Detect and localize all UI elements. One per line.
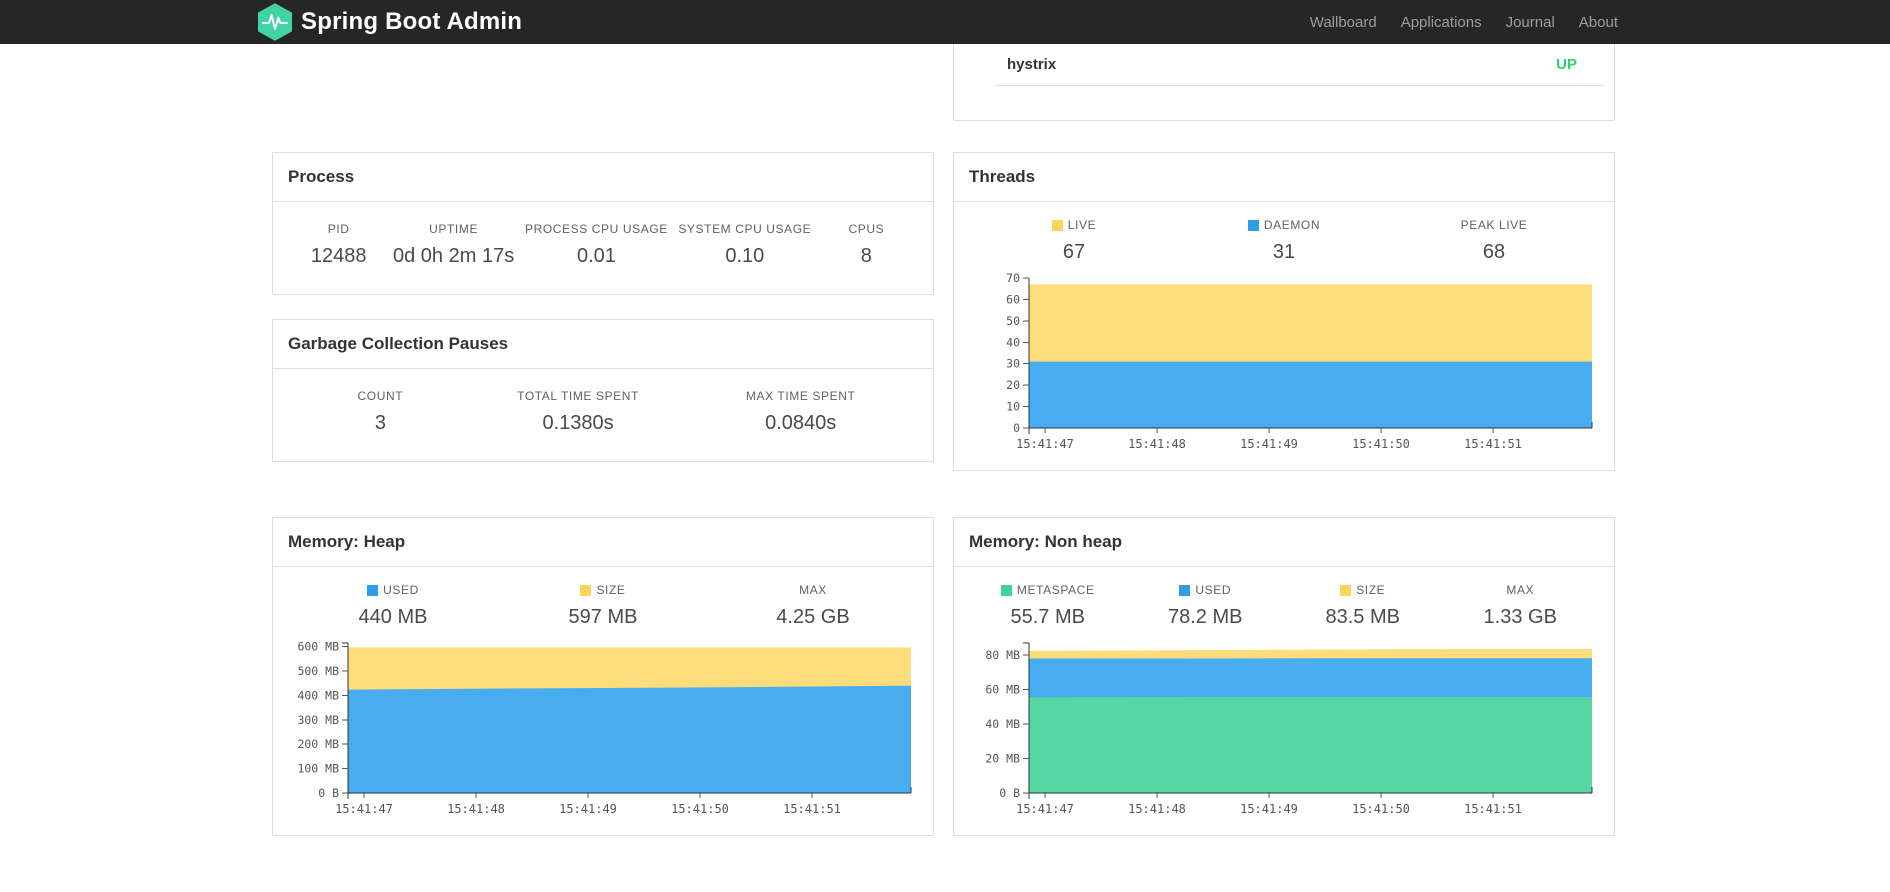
stat-pid: PID 12488 [310,222,367,267]
process-card-title: Process [273,153,933,202]
svg-text:15:41:48: 15:41:48 [447,802,505,816]
svg-text:15:41:47: 15:41:47 [1016,437,1074,451]
svg-text:30: 30 [1006,357,1020,371]
svg-text:15:41:48: 15:41:48 [1128,437,1186,451]
stat-threads-peak-live: PEAK LIVE 68 [1460,218,1528,263]
legend-swatch-heap-size [580,584,592,596]
svg-text:600 MB: 600 MB [297,640,339,654]
svg-text:20: 20 [1006,378,1020,392]
memory-heap-card: Memory: Heap USED 440 MB SIZE 597 MB MAX [272,517,934,836]
svg-text:80 MB: 80 MB [985,648,1020,662]
svg-text:70: 70 [1006,271,1020,285]
memory-nonheap-card: Memory: Non heap METASPACE 55.7 MB USED … [953,517,1615,836]
stat-uptime: UPTIME 0d 0h 2m 17s [393,222,515,267]
svg-text:50: 50 [1006,314,1020,328]
stat-heap-max: MAX 4.25 GB [776,583,850,628]
svg-text:15:41:48: 15:41:48 [1128,802,1186,816]
nav-item-applications[interactable]: Applications [1389,14,1494,31]
svg-text:20 MB: 20 MB [985,752,1020,766]
brand-title: Spring Boot Admin [301,8,523,35]
stat-heap-size: SIZE 597 MB [568,583,638,628]
svg-text:15:41:50: 15:41:50 [1352,802,1410,816]
svg-text:15:41:49: 15:41:49 [1240,802,1298,816]
legend-swatch-daemon [1247,219,1259,231]
svg-text:500 MB: 500 MB [297,664,339,678]
memory-nonheap-title: Memory: Non heap [954,518,1614,567]
svg-text:300 MB: 300 MB [297,713,339,727]
svg-text:15:41:51: 15:41:51 [783,802,841,816]
memory-heap-title: Memory: Heap [273,518,933,567]
stat-nonheap-max: MAX 1.33 GB [1483,583,1557,628]
svg-text:15:41:51: 15:41:51 [1464,802,1522,816]
nav-item-wallboard[interactable]: Wallboard [1298,14,1389,31]
memory-heap-chart: 0 B 100 MB 200 MB 300 MB 400 MB 500 MB 600 MB 1… [297,640,912,816]
gc-card-title: Garbage Collection Pauses [273,320,933,369]
application-table: hystrix UP [995,44,1604,86]
legend-swatch-heap-used [367,584,379,596]
process-stats: PID 12488 UPTIME 0d 0h 2m 17s PROCESS CP… [273,202,933,294]
svg-text:40: 40 [1006,335,1020,349]
gc-pauses-card: Garbage Collection Pauses COUNT 3 TOTAL … [272,319,934,462]
svg-text:0 B: 0 B [999,786,1020,800]
nav-links: Wallboard Applications Journal About [1298,14,1618,31]
heap-stats: USED 440 MB SIZE 597 MB MAX 4.25 GB [288,583,918,633]
status-badge: UP [1556,56,1577,73]
svg-text:10: 10 [1006,400,1020,414]
application-name: hystrix [1007,56,1057,73]
threads-card-title: Threads [954,153,1614,202]
stat-gc-total-time: TOTAL TIME SPENT 0.1380s [517,389,639,434]
svg-text:15:41:47: 15:41:47 [335,802,393,816]
stat-threads-live: LIVE 67 [969,218,1179,264]
svg-text:60 MB: 60 MB [985,683,1020,697]
stat-threads-daemon: DAEMON 31 [1179,218,1389,264]
legend-swatch-nonheap-used [1179,584,1191,596]
svg-text:100 MB: 100 MB [297,762,339,776]
threads-card: Threads LIVE 67 DAEMON 31 PEAK LIVE 68 0… [953,152,1615,471]
svg-text:15:41:47: 15:41:47 [1016,802,1074,816]
stat-cpus: CPUS 8 [848,222,885,267]
svg-text:40 MB: 40 MB [985,717,1020,731]
stat-gc-max-time: MAX TIME SPENT 0.0840s [745,389,856,434]
legend-swatch-metaspace [1000,584,1012,596]
svg-text:400 MB: 400 MB [297,688,339,702]
application-row-hystrix[interactable]: hystrix UP [995,44,1604,86]
stat-nonheap-size: SIZE 83.5 MB [1325,583,1400,628]
process-card: Process PID 12488 UPTIME 0d 0h 2m 17s PR… [272,152,934,295]
svg-text:15:41:49: 15:41:49 [1240,437,1298,451]
application-status-card: hystrix UP [953,44,1615,121]
threads-stats: LIVE 67 DAEMON 31 PEAK LIVE 68 [969,218,1599,268]
stat-nonheap-used: USED 78.2 MB [1168,583,1243,628]
stat-heap-used: USED 440 MB [358,583,428,628]
memory-nonheap-chart: 0 B 20 MB 40 MB 60 MB 80 MB 15:41:47 15:41:48 1… [985,642,1593,816]
stat-system-cpu-usage: SYSTEM CPU USAGE 0.10 [678,222,812,267]
svg-text:60: 60 [1006,292,1020,306]
svg-text:0: 0 [1013,421,1020,435]
navbar: Spring Boot Admin Wallboard Applications… [0,0,1890,44]
stat-nonheap-metaspace: METASPACE 55.7 MB [969,583,1127,629]
svg-text:200 MB: 200 MB [297,737,339,751]
svg-text:0 B: 0 B [318,786,339,800]
nonheap-stats: METASPACE 55.7 MB USED 78.2 MB SIZE 83.5… [969,583,1599,633]
threads-chart: 0 10 20 30 40 50 60 70 15:41:47 15:41:48 15:41:49 1… [1006,271,1593,451]
nav-item-about[interactable]: About [1567,14,1618,31]
svg-text:15:41:51: 15:41:51 [1464,437,1522,451]
stat-gc-count: COUNT 3 [357,389,404,434]
legend-swatch-nonheap-size [1340,584,1352,596]
spring-boot-admin-logo-icon [258,3,292,41]
gc-stats: COUNT 3 TOTAL TIME SPENT 0.1380s MAX TIM… [273,369,933,461]
svg-text:15:41:50: 15:41:50 [1352,437,1410,451]
legend-swatch-live [1051,219,1063,231]
brand-link[interactable]: Spring Boot Admin [258,3,522,41]
svg-text:15:41:50: 15:41:50 [671,802,729,816]
stat-process-cpu-usage: PROCESS CPU USAGE 0.01 [524,222,668,267]
svg-text:15:41:49: 15:41:49 [559,802,617,816]
nav-item-journal[interactable]: Journal [1494,14,1567,31]
